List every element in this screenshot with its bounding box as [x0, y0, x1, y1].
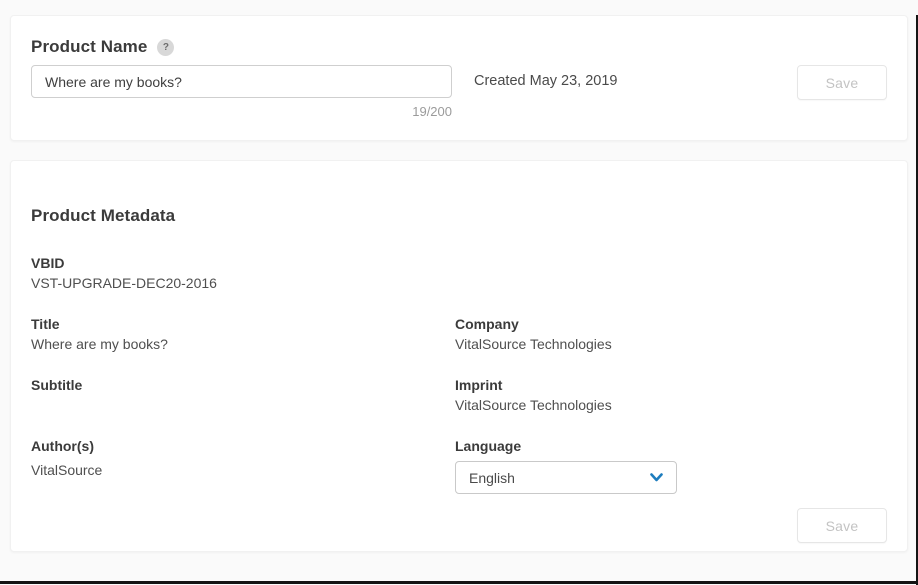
metadata-footer: Save [31, 508, 887, 543]
subtitle-label: Subtitle [31, 377, 83, 393]
subtitle-value [31, 396, 455, 415]
product-name-title: Product Name [31, 37, 148, 56]
vbid-field: VBID VST-UPGRADE-DEC20-2016 [31, 254, 887, 293]
title-label: Title [31, 316, 60, 332]
vbid-value: VST-UPGRADE-DEC20-2016 [31, 275, 217, 291]
language-select[interactable]: English [455, 461, 677, 494]
created-date: Created May 23, 2019 [474, 73, 618, 89]
language-field: Language English [455, 437, 887, 494]
authors-label: Author(s) [31, 438, 94, 454]
language-label: Language [455, 438, 522, 454]
product-metadata-title: Product Metadata [31, 206, 176, 225]
title-field: Title Where are my books? [31, 315, 455, 354]
window-border-bottom [0, 581, 918, 584]
chevron-down-icon [650, 473, 663, 482]
subtitle-field: Subtitle [31, 376, 455, 415]
product-name-card: Product Name ? 19/200 Created May 23, 20… [10, 15, 908, 141]
authors-value: VitalSource [31, 462, 103, 478]
help-icon[interactable]: ? [157, 38, 175, 56]
page: Product Name ? 19/200 Created May 23, 20… [0, 15, 918, 585]
title-value: Where are my books? [31, 336, 168, 352]
imprint-field: Imprint VitalSource Technologies [455, 376, 887, 415]
authors-field: Author(s) VitalSource [31, 437, 455, 494]
company-label: Company [455, 316, 519, 332]
company-field: Company VitalSource Technologies [455, 315, 887, 354]
save-button-bottom[interactable]: Save [797, 508, 887, 543]
vbid-label: VBID [31, 255, 65, 271]
company-value: VitalSource Technologies [455, 336, 612, 352]
language-selected-value: English [469, 469, 515, 486]
product-name-input[interactable] [31, 65, 452, 98]
metadata-grid: Title Where are my books? Company VitalS… [31, 315, 887, 494]
product-name-header: Product Name ? [31, 37, 887, 57]
product-name-input-group: 19/200 [31, 65, 452, 119]
char-counter: 19/200 [412, 104, 452, 119]
product-metadata-card: Product Metadata VBID VST-UPGRADE-DEC20-… [10, 160, 908, 552]
imprint-value: VitalSource Technologies [455, 397, 612, 413]
save-button-top[interactable]: Save [797, 65, 887, 100]
product-name-row: 19/200 Created May 23, 2019 Save [31, 65, 887, 119]
imprint-label: Imprint [455, 377, 503, 393]
